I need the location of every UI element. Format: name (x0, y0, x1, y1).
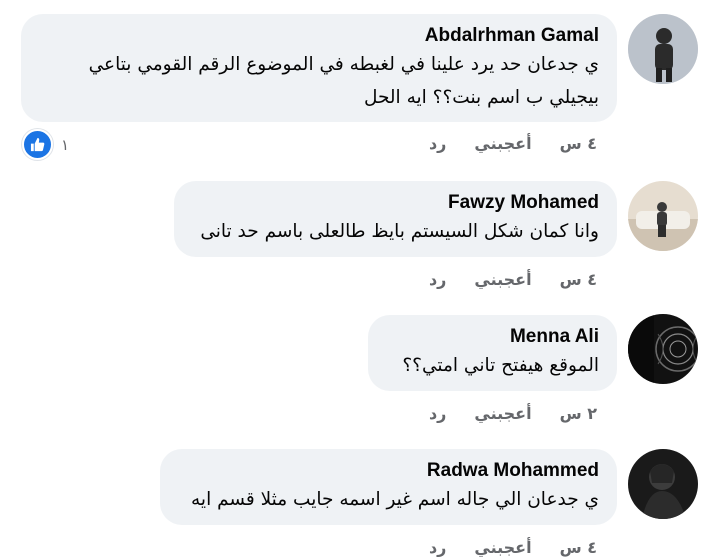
comment-actions: ٤ س أعجبني رد (429, 134, 597, 154)
reply-button[interactable]: رد (429, 538, 446, 558)
like-button[interactable]: أعجبني (474, 270, 531, 290)
comment-timestamp[interactable]: ٤ س (560, 134, 597, 154)
reply-button[interactable]: رد (429, 270, 446, 290)
comment-text-line: ي جدعان حد يرد علينا في لغبطه في الموضوع… (88, 54, 599, 75)
comment-author[interactable]: Menna Ali (386, 325, 599, 349)
comment-text-line: وانا كمان شكل السيستم بايظ طالعلى باسم ح… (200, 221, 599, 242)
avatar[interactable] (628, 181, 698, 251)
reaction-count: ١ (61, 135, 70, 154)
like-button[interactable]: أعجبني (474, 134, 531, 154)
like-icon (22, 129, 53, 160)
avatar[interactable] (628, 14, 698, 84)
avatar-image (628, 14, 698, 84)
reply-button[interactable]: رد (429, 134, 446, 154)
reaction-summary[interactable]: ١ (22, 129, 69, 160)
comment-bubble: Fawzy Mohamed وانا كمان شكل السيستم بايظ… (174, 181, 617, 257)
comment-bubble: Menna Ali الموقع هيفتح تاني امتي؟؟ (368, 315, 617, 391)
avatar-image (628, 314, 698, 384)
comment-bubble: Radwa Mohammed ي جدعان الي جاله اسم غير … (160, 449, 617, 525)
comment-bubble: Abdalrhman Gamal ي جدعان حد يرد علينا في… (21, 14, 617, 122)
comment-timestamp[interactable]: ٤ س (560, 538, 597, 558)
like-button[interactable]: أعجبني (474, 538, 531, 558)
comment-actions: ٤ س أعجبني رد (429, 538, 597, 558)
comment-text-line: ي جدعان الي جاله اسم غير اسمه جايب مثلا … (191, 489, 599, 510)
reply-button[interactable]: رد (429, 404, 446, 424)
comment-author[interactable]: Fawzy Mohamed (192, 191, 599, 215)
comment-text-line: الموقع هيفتح تاني امتي؟؟ (402, 355, 599, 376)
comment-timestamp[interactable]: ٢ س (560, 404, 597, 424)
comment-author[interactable]: Radwa Mohammed (178, 459, 599, 483)
comment-timestamp[interactable]: ٤ س (560, 270, 597, 290)
comment-text-line: بيجيلي ب اسم بنت؟؟ ايه الحل (363, 87, 599, 108)
comment-actions: ٢ س أعجبني رد (429, 404, 597, 424)
comment-actions: ٤ س أعجبني رد (429, 270, 597, 290)
avatar[interactable] (628, 449, 698, 519)
avatar-image (628, 181, 698, 251)
comment-author[interactable]: Abdalrhman Gamal (39, 24, 599, 48)
avatar-image (628, 449, 698, 519)
like-button[interactable]: أعجبني (474, 404, 531, 424)
avatar[interactable] (628, 314, 698, 384)
